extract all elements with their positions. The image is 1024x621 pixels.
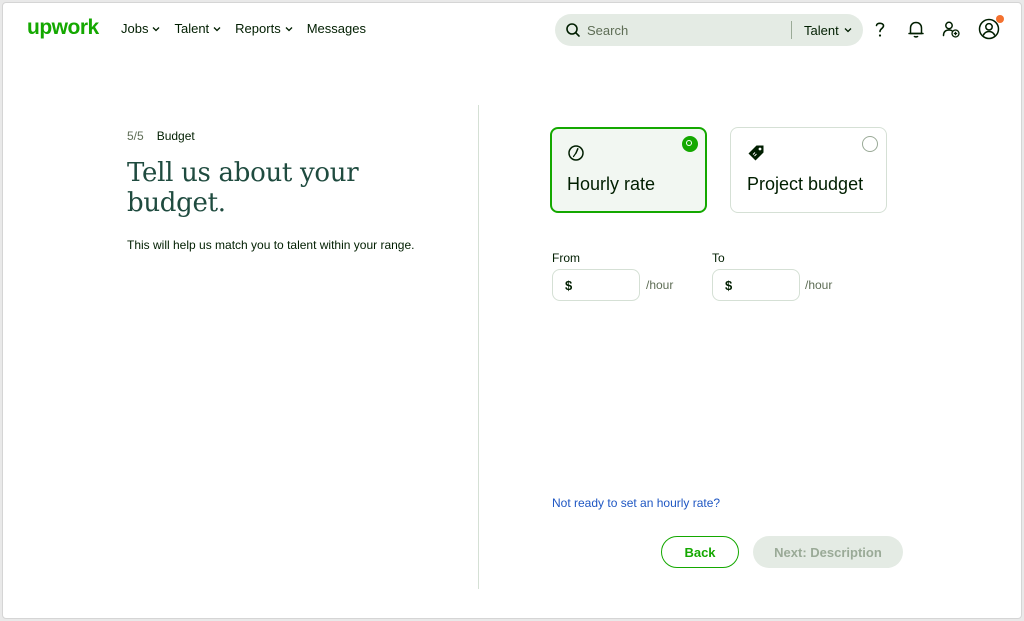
help-icon[interactable] (869, 18, 891, 40)
from-unit: /hour (646, 278, 674, 292)
step-name: Budget (156, 129, 195, 143)
nav-messages[interactable]: Messages (307, 21, 366, 36)
nav-talent-label: Talent (174, 21, 210, 36)
step-count: 5/5 (127, 129, 144, 143)
to-rate-input[interactable] (736, 277, 793, 293)
column-divider (478, 105, 479, 589)
search-icon[interactable] (565, 22, 581, 38)
nav-messages-label: Messages (306, 21, 366, 36)
search-input[interactable] (587, 22, 787, 38)
price-tag-icon (748, 145, 764, 161)
chevron-down-icon (844, 28, 852, 33)
from-rate-input[interactable] (576, 277, 633, 293)
search-bar: Talent (555, 14, 863, 46)
from-label: From (552, 251, 580, 265)
to-rate-field[interactable]: $ (712, 269, 800, 301)
currency-symbol: $ (565, 277, 573, 293)
chevron-down-icon (153, 26, 160, 31)
app-window: upwork Jobs Talent Reports Messages Sear… (2, 2, 1022, 619)
nav-jobs-label: Jobs (121, 21, 149, 36)
option-hourly-rate[interactable]: Hourly rate (550, 127, 707, 213)
not-ready-link[interactable]: Not ready to set an hourly rate? (552, 496, 720, 510)
page-subtitle: This will help us match you to talent wi… (127, 238, 415, 252)
to-label: To (712, 251, 725, 265)
search-scope-dropdown[interactable]: Talent (804, 23, 852, 38)
option-project-budget[interactable]: Project budget (730, 127, 887, 213)
main-nav: Jobs Talent Reports Messages (121, 21, 366, 36)
nav-jobs[interactable]: Jobs (121, 21, 160, 36)
search-divider (791, 21, 792, 39)
add-user-icon[interactable] (940, 18, 962, 40)
nav-reports-label: Reports (235, 21, 281, 36)
radio-unselected[interactable] (862, 136, 878, 152)
page-title: Tell us about your budget. (127, 158, 359, 218)
next-description-button[interactable]: Next: Description (753, 536, 903, 568)
top-nav: upwork Jobs Talent Reports Messages Sear… (3, 3, 1021, 57)
clock-icon (568, 145, 584, 161)
from-rate-field[interactable]: $ (552, 269, 640, 301)
step-indicator: 5/5 Budget (127, 129, 195, 143)
search-scope-label: Talent (804, 22, 839, 38)
currency-symbol: $ (725, 277, 733, 293)
radio-selected[interactable] (682, 136, 698, 152)
nav-reports[interactable]: Reports (235, 21, 293, 36)
to-unit: /hour (805, 278, 833, 292)
option-hourly-rate-label: Hourly rate (567, 174, 656, 194)
chevron-down-icon (213, 26, 221, 31)
option-project-budget-label: Project budget (747, 174, 864, 194)
bell-icon[interactable] (905, 18, 927, 40)
notification-dot (996, 15, 1004, 23)
back-button[interactable]: Back (661, 536, 739, 568)
chevron-down-icon (285, 26, 293, 31)
nav-talent[interactable]: Talent (174, 21, 221, 36)
upwork-logo[interactable]: upwork (27, 16, 99, 40)
